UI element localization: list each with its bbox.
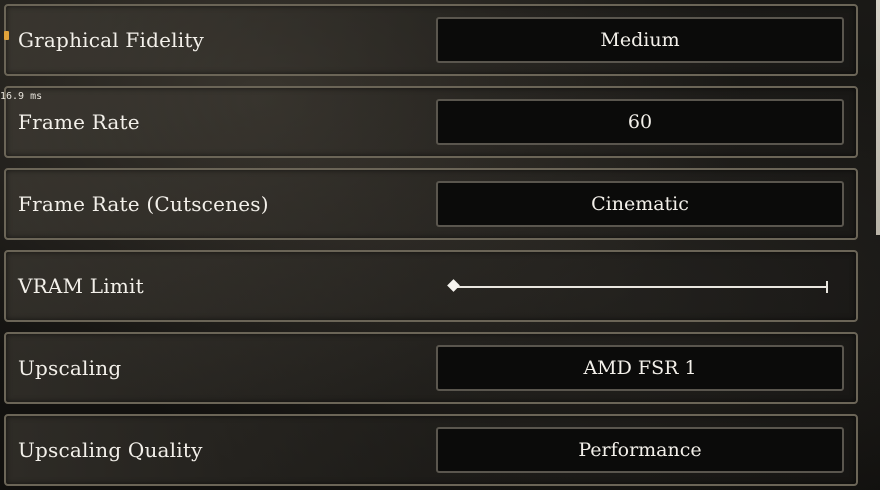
setting-row-vram-limit[interactable]: VRAM Limit [4, 250, 858, 322]
setting-label: Upscaling [18, 356, 122, 380]
frame-time-readout: 16.9 ms [0, 91, 43, 102]
setting-row-frame-rate[interactable]: Frame Rate 60 [4, 86, 858, 158]
setting-row-upscaling-quality[interactable]: Upscaling Quality Performance [4, 414, 858, 486]
graphics-settings-list: Graphical Fidelity Medium Frame Rate 60 … [4, 0, 860, 490]
upscaling-quality-selector[interactable]: Performance [436, 427, 844, 473]
setting-row-upscaling[interactable]: Upscaling AMD FSR 1 [4, 332, 858, 404]
setting-label: Frame Rate [18, 110, 140, 134]
setting-label: Graphical Fidelity [18, 28, 205, 52]
frame-rate-cutscenes-selector[interactable]: Cinematic [436, 181, 844, 227]
frame-rate-selector[interactable]: 60 [436, 99, 844, 145]
setting-label: Upscaling Quality [18, 438, 203, 462]
vram-limit-slider[interactable] [447, 279, 828, 295]
setting-label: VRAM Limit [18, 274, 144, 298]
setting-label: Frame Rate (Cutscenes) [18, 192, 269, 216]
overlay-marker-icon [4, 31, 9, 40]
graphical-fidelity-selector[interactable]: Medium [436, 17, 844, 63]
setting-row-frame-rate-cutscenes[interactable]: Frame Rate (Cutscenes) Cinematic [4, 168, 858, 240]
upscaling-selector[interactable]: AMD FSR 1 [436, 345, 844, 391]
setting-row-graphical-fidelity[interactable]: Graphical Fidelity Medium [4, 4, 858, 76]
scrollbar[interactable] [876, 0, 880, 235]
slider-thumb[interactable] [447, 279, 460, 292]
slider-track[interactable] [454, 286, 828, 288]
slider-end-tick [826, 281, 828, 293]
